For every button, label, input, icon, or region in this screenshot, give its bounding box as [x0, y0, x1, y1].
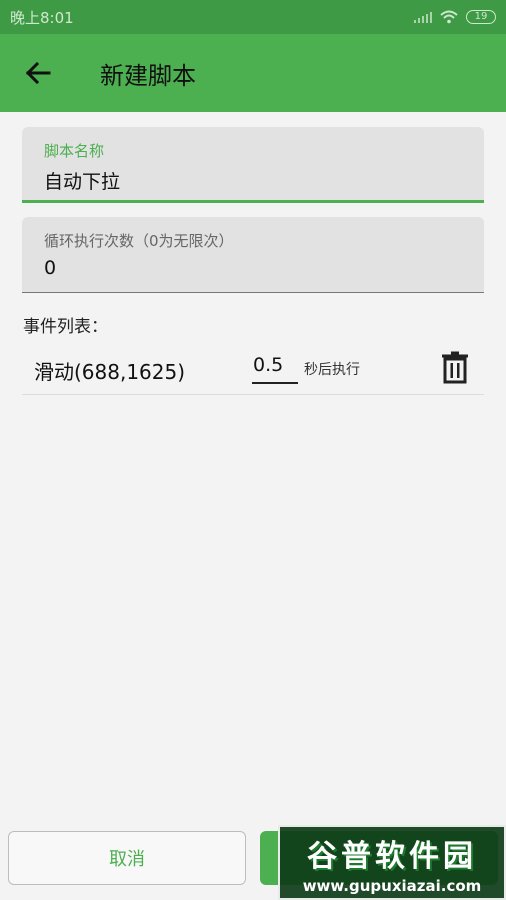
cancel-button[interactable]: 取消	[8, 831, 246, 885]
event-list-label: 事件列表：	[23, 317, 108, 337]
wifi-icon	[440, 10, 458, 24]
watermark-title: 谷普软件园	[307, 838, 477, 874]
loop-count-label: 循环执行次数（0为无限次）	[44, 232, 234, 250]
page-title: 新建脚本	[100, 61, 196, 90]
status-bar: 晚上8:01 19	[0, 0, 506, 34]
loop-count-input[interactable]: 0	[44, 257, 462, 279]
delay-suffix: 秒后执行	[304, 362, 360, 378]
loop-count-field[interactable]: 循环执行次数（0为无限次） 0	[22, 217, 484, 293]
arrow-left-icon	[25, 61, 51, 85]
script-name-input[interactable]: 自动下拉	[44, 167, 462, 194]
status-time: 晚上8:01	[10, 8, 74, 27]
trash-icon	[442, 351, 468, 384]
watermark-url: www.gupuxiazai.com	[302, 876, 482, 895]
app-bar: 新建脚本	[0, 34, 506, 112]
signal-icon	[414, 11, 432, 23]
script-name-label: 脚本名称	[44, 142, 105, 160]
delete-event-button[interactable]	[440, 350, 470, 384]
status-icons: 19	[414, 10, 496, 24]
watermark-logo: 谷普软件园 www.gupuxiazai.com	[278, 825, 506, 900]
event-name: 滑动(688,1625)	[34, 360, 186, 384]
event-list-item: 滑动(688,1625) 0.5 秒后执行	[22, 340, 484, 395]
battery-icon: 19	[466, 10, 496, 24]
script-name-field[interactable]: 脚本名称 自动下拉	[22, 127, 484, 203]
back-button[interactable]	[16, 51, 60, 95]
delay-input[interactable]: 0.5	[252, 354, 298, 384]
